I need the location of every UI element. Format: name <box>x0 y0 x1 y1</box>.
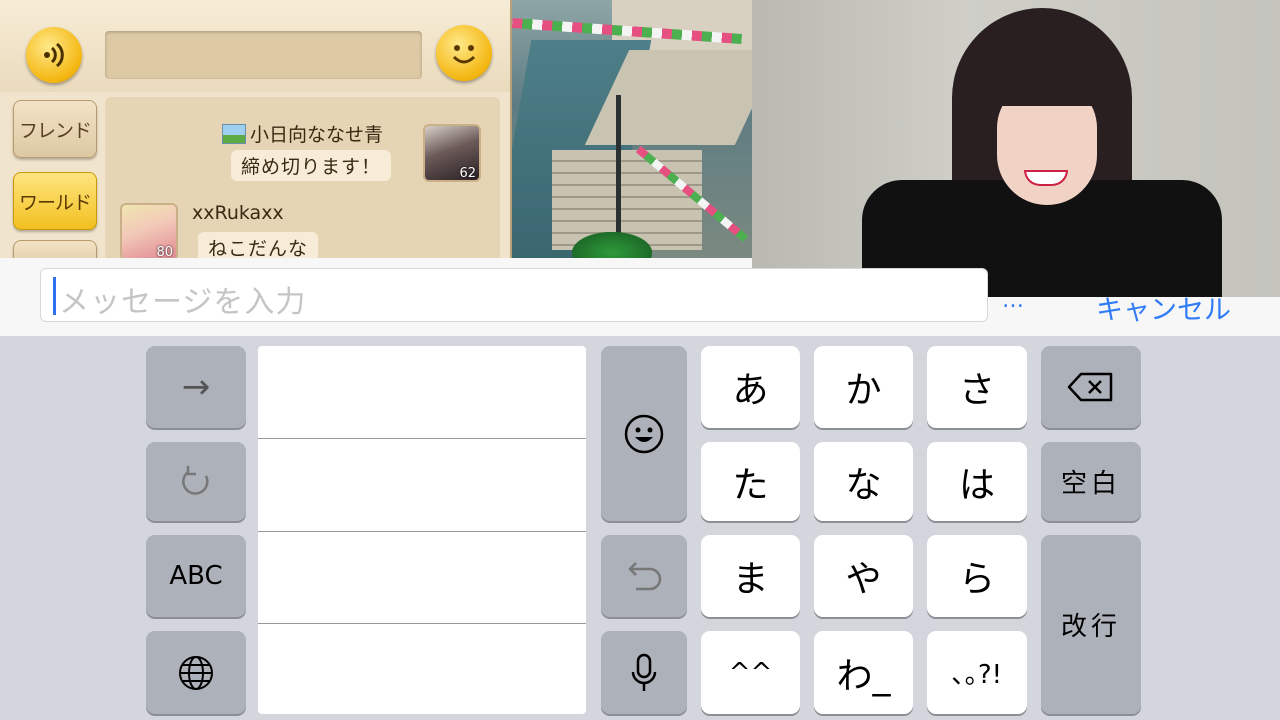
webcam-overlay <box>752 0 1280 297</box>
candidate-panel[interactable] <box>258 346 586 714</box>
kana-key-label: な <box>845 464 882 506</box>
candidate-divider <box>258 531 586 532</box>
scene-lamp <box>616 95 621 235</box>
emoji-key[interactable] <box>601 346 687 521</box>
kana-key-label: は <box>958 464 995 506</box>
punctuation-key[interactable]: ､｡?! <box>927 631 1027 714</box>
game-chat-input[interactable] <box>105 31 422 79</box>
kana-key-ta[interactable]: た <box>701 442 800 521</box>
tab-friend[interactable]: フレンド <box>13 100 97 158</box>
avatar-level: 62 <box>459 166 476 181</box>
speaker-waves-glyph <box>44 42 64 68</box>
delete-key[interactable] <box>1041 346 1141 428</box>
sender-name: 小日向ななせ青 <box>250 124 384 146</box>
speaker-waves-icon[interactable] <box>26 27 82 83</box>
tab-world[interactable]: ワールド <box>13 172 97 230</box>
mic-key[interactable] <box>601 631 687 714</box>
kana-key-a[interactable]: あ <box>701 346 800 428</box>
avatar[interactable]: 80 <box>120 203 178 258</box>
kana-key-label: た <box>732 464 769 506</box>
cancel-button[interactable]: キャンセル <box>1096 288 1231 327</box>
smiley-glyph <box>452 45 476 64</box>
undo-icon <box>628 562 662 591</box>
kana-key-wa[interactable]: わ_ <box>814 631 913 714</box>
kana-key-label: や <box>845 559 882 600</box>
sender-name: xxRukaxx <box>192 202 284 224</box>
kana-key-label: あ <box>732 370 769 411</box>
scene-plant <box>572 232 652 258</box>
image-icon <box>222 124 246 144</box>
undo-cycle-key[interactable] <box>146 442 246 521</box>
kana-key-ha[interactable]: は <box>927 442 1027 521</box>
kana-key-label: ^^ <box>728 657 773 688</box>
return-key-label: 改行 <box>1060 612 1121 642</box>
kana-key-label: さ <box>958 370 995 411</box>
abc-key[interactable]: ABC <box>146 535 246 617</box>
candidate-divider <box>258 623 586 624</box>
return-key[interactable]: 改行 <box>1041 535 1141 714</box>
next-candidate-key[interactable]: → <box>146 346 246 428</box>
space-key-label: 空白 <box>1060 469 1121 499</box>
kana-key-label: ま <box>732 559 769 600</box>
kana-key-sa[interactable]: さ <box>927 346 1027 428</box>
kana-key-label: ら <box>958 559 995 600</box>
kana-key-ra[interactable]: ら <box>927 535 1027 617</box>
undo-key[interactable] <box>601 535 687 617</box>
undo-cycle-icon <box>182 465 209 495</box>
arrow-right-icon: → <box>181 367 211 407</box>
game-scene[interactable] <box>512 0 752 258</box>
kana-key-na[interactable]: な <box>814 442 913 521</box>
smiley-icon[interactable] <box>436 25 492 81</box>
kana-key-ka[interactable]: か <box>814 346 913 428</box>
kana-key-label: ､｡?! <box>951 660 1003 690</box>
message-input[interactable]: メッセージを入力 <box>40 268 988 322</box>
message-bubble: 締め切ります！ <box>231 150 392 181</box>
kana-key-ya[interactable]: や <box>814 535 913 617</box>
mic-icon <box>631 653 657 691</box>
message-placeholder: メッセージを入力 <box>59 285 307 320</box>
message-bubble: ねこだんな <box>198 232 319 258</box>
text-caret <box>53 277 56 315</box>
abc-key-label: ABC <box>169 561 223 591</box>
delete-icon <box>1067 372 1113 402</box>
kana-key-ma[interactable]: ま <box>701 535 800 617</box>
space-key[interactable]: 空白 <box>1041 442 1141 521</box>
kaomoji-key[interactable]: ^^ <box>701 631 800 714</box>
kana-key-label: わ_ <box>836 655 891 697</box>
candidate-divider <box>258 438 586 439</box>
emoji-icon <box>624 414 664 453</box>
globe-icon <box>179 655 213 690</box>
more-button[interactable]: … <box>1002 288 1025 313</box>
tab-more[interactable] <box>13 240 97 258</box>
avatar[interactable]: 62 <box>423 124 481 182</box>
game-chat-panel: フレンド ワールド 小日向ななせ青 締め切ります！ 62 80 xxRukaxx… <box>0 0 512 258</box>
avatar-level: 80 <box>156 245 173 258</box>
kana-key-label: か <box>845 370 882 411</box>
globe-key[interactable] <box>146 631 246 714</box>
